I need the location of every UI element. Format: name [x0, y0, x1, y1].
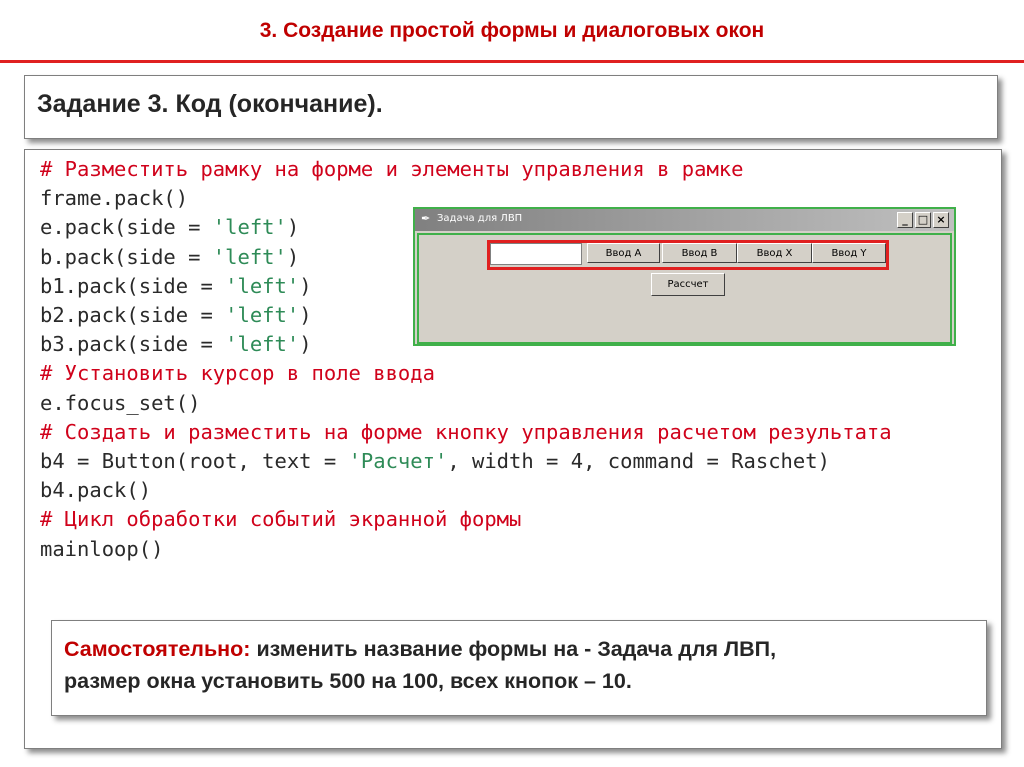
code-statement: ) — [286, 244, 300, 269]
maximize-button[interactable]: □ — [915, 212, 931, 228]
code-line: b4 = Button(root, text = 'Расчет', width… — [40, 449, 830, 473]
app-window: ✒ Задача для ЛВП _ □ × Ввод А Ввод В Вво… — [413, 207, 956, 346]
input-frame: Ввод А Ввод В Ввод Х Ввод Y — [487, 240, 889, 270]
code-string: 'left' — [225, 273, 300, 298]
code-line: b1.pack(side = 'left') — [40, 274, 312, 298]
entry-field[interactable] — [490, 243, 582, 265]
code-statement: b4.pack() — [40, 478, 152, 503]
window-titlebar[interactable]: ✒ Задача для ЛВП _ □ × — [415, 209, 954, 231]
window-client-area: Ввод А Ввод В Ввод Х Ввод Y Рассчет — [417, 233, 952, 344]
code-string: 'Расчет' — [348, 449, 448, 474]
code-line: e.pack(side = 'left') — [40, 215, 299, 239]
code-line: e.focus_set() — [40, 391, 200, 415]
input-y-button[interactable]: Ввод Y — [812, 243, 886, 263]
code-statement: ) — [299, 273, 312, 298]
code-statement: e.focus_set() — [40, 390, 201, 415]
code-statement: ) — [286, 215, 300, 240]
code-string: 'left' — [212, 244, 287, 269]
code-line: b3.pack(side = 'left') — [40, 332, 312, 356]
task-title: Задание 3. Код (окончание). — [37, 90, 383, 118]
calculate-button[interactable]: Рассчет — [651, 273, 725, 296]
note-text: Самостоятельно: изменить название формы … — [64, 633, 776, 697]
code-line: frame.pack() — [40, 186, 188, 210]
code-string: 'left' — [225, 332, 300, 357]
code-string: 'left' — [225, 303, 300, 328]
code-statement: b2.pack(side = — [40, 303, 226, 328]
code-line: b2.pack(side = 'left') — [40, 303, 312, 327]
code-statement: mainloop() — [40, 536, 164, 561]
code-comment: # Установить курсор в поле ввода — [40, 361, 435, 386]
code-comment: # Создать и разместить на форме кнопку у… — [40, 419, 892, 444]
title-divider — [0, 60, 1024, 63]
task-box: Задание 3. Код (окончание). — [24, 75, 998, 139]
code-string: 'left' — [212, 215, 287, 240]
code-line: # Разместить рамку на форме и элементы у… — [40, 157, 744, 181]
code-statement: b4 = Button(root, text = — [40, 449, 349, 474]
code-line: b4.pack() — [40, 478, 151, 502]
input-x-button[interactable]: Ввод Х — [737, 243, 812, 263]
note-box: Самостоятельно: изменить название формы … — [51, 620, 987, 716]
code-statement: e.pack(side = — [40, 215, 213, 240]
minimize-button[interactable]: _ — [897, 212, 913, 228]
code-statement: ) — [299, 303, 312, 328]
code-statement: , width = 4, command = Raschet) — [447, 449, 830, 474]
code-line: # Создать и разместить на форме кнопку у… — [40, 420, 892, 444]
note-line-1: изменить название формы на - Задача для … — [250, 637, 777, 661]
input-a-button[interactable]: Ввод А — [587, 243, 660, 263]
code-line: # Установить курсор в поле ввода — [40, 361, 435, 385]
input-b-button[interactable]: Ввод В — [662, 243, 737, 263]
code-statement: b1.pack(side = — [40, 273, 226, 298]
note-line-2: размер окна установить 500 на 100, всех … — [64, 669, 632, 693]
code-line: # Цикл обработки событий экранной формы — [40, 507, 521, 531]
code-statement: frame.pack() — [40, 186, 189, 211]
code-comment: # Разместить рамку на форме и элементы у… — [40, 157, 744, 181]
code-statement: b3.pack(side = — [40, 332, 226, 357]
feather-icon: ✒ — [421, 213, 431, 225]
note-highlight: Самостоятельно: — [64, 637, 251, 661]
code-statement: ) — [299, 332, 312, 357]
slide-title: 3. Создание простой формы и диалоговых о… — [259, 19, 765, 42]
code-line: b.pack(side = 'left') — [40, 245, 299, 269]
code-statement: b.pack(side = — [40, 244, 213, 269]
code-comment: # Цикл обработки событий экранной формы — [40, 507, 522, 532]
code-line: mainloop() — [40, 537, 163, 561]
close-button[interactable]: × — [933, 212, 949, 228]
window-title: Задача для ЛВП — [437, 213, 523, 224]
